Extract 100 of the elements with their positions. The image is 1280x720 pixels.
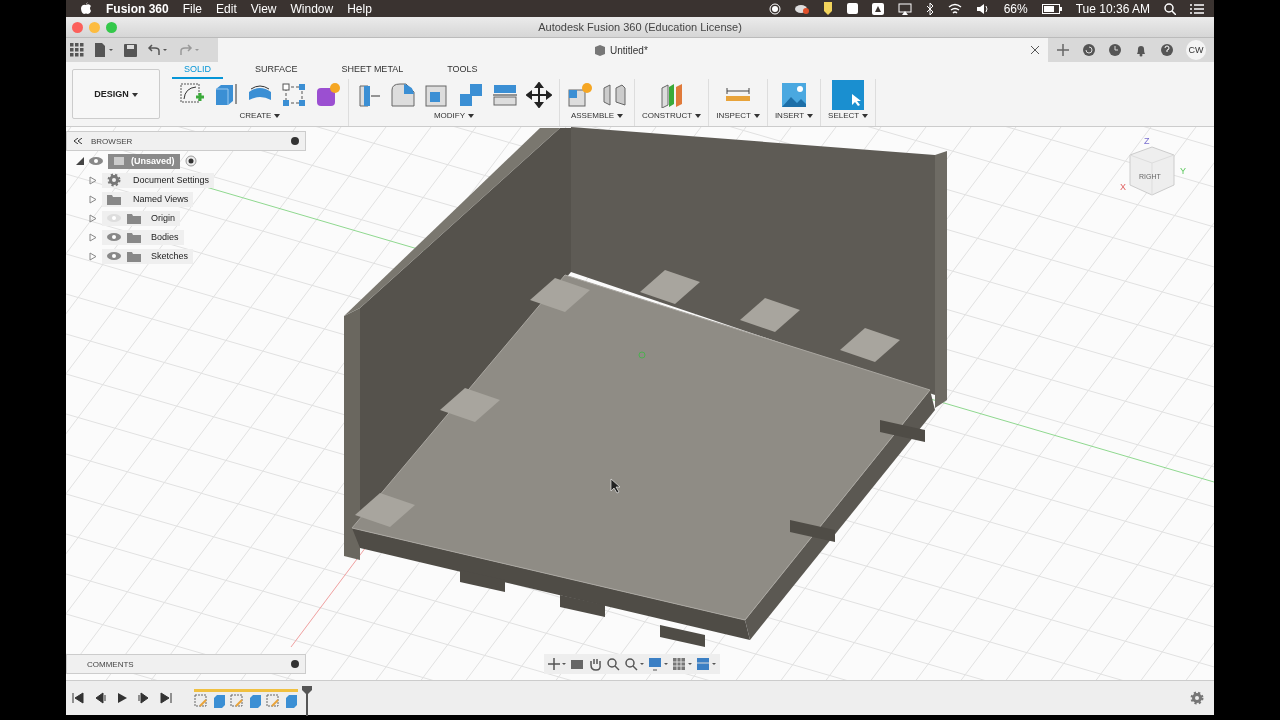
menu-item[interactable]: Window [290, 1, 334, 16]
folder-icon [107, 193, 121, 205]
help-icon[interactable] [1160, 43, 1174, 57]
settings-icon[interactable] [1190, 691, 1204, 705]
orbit-icon[interactable] [548, 657, 566, 671]
joint-icon[interactable] [601, 82, 627, 108]
zoom-icon[interactable] [606, 657, 620, 671]
play-icon[interactable] [116, 692, 128, 704]
plus-icon[interactable] [1056, 43, 1070, 57]
group-menu[interactable]: CONSTRUCT [642, 111, 702, 120]
record-icon[interactable] [768, 2, 781, 15]
previous-icon[interactable] [94, 692, 106, 704]
clock-icon[interactable] [1108, 43, 1122, 57]
camera-icon[interactable] [570, 657, 584, 671]
user-avatar[interactable]: CW [1186, 40, 1206, 60]
folder-icon [127, 212, 141, 224]
menu-item[interactable]: File [182, 1, 203, 16]
apple-icon[interactable] [80, 2, 92, 15]
ribbon-tab[interactable]: SURFACE [243, 62, 310, 79]
fillet-icon[interactable] [390, 82, 416, 108]
tree-item[interactable]: Named Views [102, 191, 194, 207]
split-icon[interactable] [492, 82, 518, 108]
ribbon-tab[interactable]: SHEET METAL [329, 62, 416, 79]
document-icon [594, 44, 606, 56]
group-menu[interactable]: SELECT [828, 111, 869, 120]
timeline-marker[interactable] [302, 685, 312, 716]
close-icon[interactable] [1030, 45, 1040, 55]
component-icon[interactable] [567, 82, 593, 108]
ribbon-tab[interactable]: TOOLS [435, 62, 490, 79]
caret-icon [695, 113, 702, 118]
move-icon[interactable] [526, 82, 552, 108]
axis-label: Y [1180, 167, 1186, 176]
display-icon[interactable] [648, 657, 668, 671]
tree-item[interactable]: Origin [102, 210, 180, 226]
refresh-icon[interactable] [1082, 43, 1096, 57]
menu-item[interactable]: Help [347, 1, 372, 16]
grid-icon[interactable] [672, 657, 692, 671]
component-icon [113, 156, 125, 166]
shell-icon[interactable] [424, 82, 450, 108]
drive-icon[interactable] [871, 2, 884, 15]
cube-star-icon[interactable] [315, 82, 341, 108]
pattern-icon[interactable] [281, 82, 307, 108]
shield-icon[interactable] [822, 2, 833, 15]
extrude-feature-icon[interactable] [212, 693, 226, 708]
extrude-icon[interactable] [213, 82, 239, 108]
pin-icon[interactable] [291, 137, 299, 145]
eye-icon[interactable] [107, 251, 121, 261]
gear-icon [107, 173, 121, 187]
cloud-icon[interactable] [794, 2, 809, 15]
undo-icon[interactable] [147, 43, 169, 57]
caret-icon [753, 113, 760, 118]
select-icon[interactable] [832, 80, 865, 110]
eye-icon[interactable] [107, 232, 121, 242]
folder-icon [127, 231, 141, 243]
radio-icon[interactable] [184, 155, 197, 167]
search-icon[interactable] [1164, 2, 1176, 15]
bluetooth-icon[interactable] [925, 2, 934, 15]
workspace-dropdown[interactable]: DESIGN [72, 69, 160, 119]
document-tab[interactable]: Untitled* [610, 44, 648, 56]
caret-icon [617, 113, 624, 118]
group-menu[interactable]: ASSEMBLE [570, 111, 624, 120]
grid-menu-icon[interactable] [70, 43, 84, 57]
zoom-window-icon[interactable] [624, 657, 644, 671]
group-menu[interactable]: CREATE [239, 111, 281, 120]
first-icon[interactable] [72, 692, 84, 704]
caret-icon [468, 113, 475, 118]
expand-arrow-icon[interactable] [76, 157, 84, 165]
axis-label: Z [1144, 137, 1150, 146]
folder-icon [127, 250, 141, 262]
menu-item[interactable]: View [250, 1, 277, 16]
viewports-icon[interactable] [696, 657, 716, 671]
group-menu[interactable]: MODIFY [433, 111, 475, 120]
airplay-icon[interactable] [897, 2, 912, 15]
combine-icon[interactable] [458, 82, 484, 108]
group-menu[interactable]: INSPECT [716, 111, 760, 120]
clock[interactable]: Tue 10:36 AM [1075, 1, 1150, 16]
wifi-icon[interactable] [947, 2, 962, 15]
bell-icon[interactable] [1134, 43, 1148, 57]
extrude-feature-icon[interactable] [248, 693, 262, 708]
add-icon[interactable] [291, 660, 299, 668]
menu-item[interactable]: Edit [216, 1, 237, 16]
save-icon[interactable] [124, 43, 137, 57]
next-icon[interactable] [138, 692, 150, 704]
app-menu[interactable]: Fusion 360 [106, 1, 169, 16]
list-icon[interactable] [1190, 2, 1204, 15]
eye-icon[interactable] [89, 156, 103, 166]
press-pull-icon[interactable] [356, 82, 382, 108]
battery-icon[interactable] [1041, 3, 1062, 14]
panel-title: BROWSER [91, 136, 133, 146]
last-icon[interactable] [160, 692, 172, 704]
collapse-icon[interactable] [73, 138, 83, 144]
plane-icon[interactable] [658, 82, 685, 108]
tree-item[interactable]: Bodies [102, 229, 184, 245]
tree-item[interactable]: Document Settings [102, 172, 215, 188]
tree-item[interactable]: Sketches [102, 248, 194, 264]
group-menu[interactable]: INSERT [774, 111, 814, 120]
image-icon[interactable] [781, 82, 807, 108]
file-icon[interactable] [94, 43, 114, 57]
volume-icon[interactable] [975, 2, 990, 15]
pan-hand-icon[interactable] [588, 657, 602, 671]
